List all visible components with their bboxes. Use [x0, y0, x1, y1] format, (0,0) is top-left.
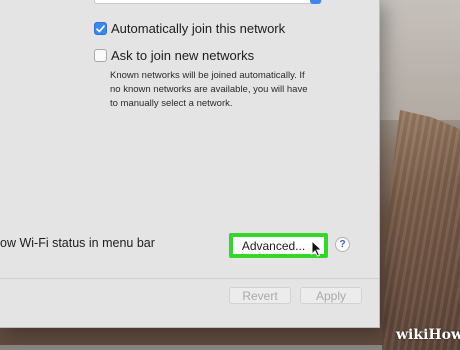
auto-join-checkbox[interactable]	[94, 22, 107, 35]
network-name-field[interactable]	[94, 0, 322, 4]
help-line: to manually select a network.	[110, 98, 233, 109]
help-line: no known networks are available, you wil…	[110, 84, 308, 95]
ask-join-checkbox[interactable]	[94, 49, 107, 62]
apply-button[interactable]: Apply	[300, 287, 362, 304]
auto-join-label: Automatically join this network	[111, 21, 286, 36]
watermark-wiki: wiki	[396, 327, 429, 343]
show-wifi-status-label: ow Wi-Fi status in menu bar	[0, 236, 155, 250]
ask-join-label: Ask to join new networks	[111, 48, 255, 63]
ask-join-row[interactable]: Ask to join new networks	[94, 48, 254, 63]
known-networks-help-text: Known networks will be joined automatica…	[110, 69, 325, 111]
help-line: Known networks will be joined automatica…	[110, 70, 305, 81]
network-name-popup-button[interactable]	[310, 0, 321, 4]
network-preferences-window: Automatically join this network Ask to j…	[0, 0, 380, 328]
help-button[interactable]: ?	[335, 237, 350, 252]
auto-join-row[interactable]: Automatically join this network	[94, 21, 285, 36]
checkmark-icon	[96, 24, 105, 32]
wikihow-watermark: wikiHow	[396, 327, 460, 343]
revert-button[interactable]: Revert	[229, 287, 291, 304]
watermark-how: How	[428, 327, 460, 343]
mouse-pointer-icon	[311, 240, 323, 257]
footer-divider	[0, 278, 379, 279]
